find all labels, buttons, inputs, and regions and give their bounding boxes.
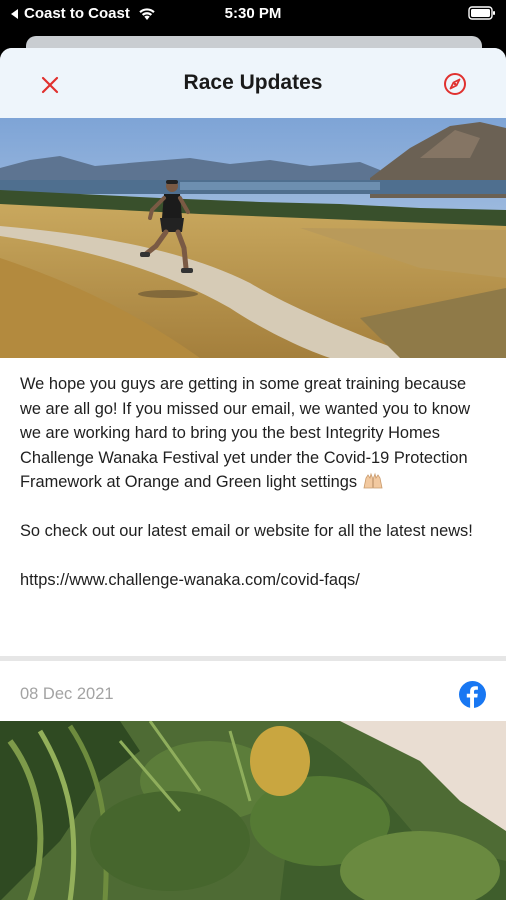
open-in-browser-button[interactable]: [440, 69, 470, 99]
page-title: Race Updates: [183, 71, 323, 94]
header: Race Updates: [0, 48, 506, 118]
next-post-meta: 08 Dec 2021: [0, 661, 506, 721]
post-image: [0, 118, 506, 358]
compass-icon: [444, 73, 466, 95]
post-paragraph: So check out our latest email or website…: [20, 522, 473, 540]
facebook-icon[interactable]: [459, 681, 486, 708]
status-bar: Coast to Coast 5:30 PM: [0, 0, 506, 28]
clock: 5:30 PM: [224, 5, 282, 22]
post-body: We hope you guys are getting in some gre…: [0, 358, 506, 593]
post-link[interactable]: https://www.challenge-wanaka.com/covid-f…: [20, 568, 486, 593]
post-date: 08 Dec 2021: [20, 685, 114, 703]
next-post-image: [0, 721, 506, 900]
raising-hands-emoji-icon: [362, 470, 384, 490]
battery-icon: [468, 6, 496, 24]
post-paragraph: We hope you guys are getting in some gre…: [20, 375, 471, 491]
race-updates-sheet: Race Updates We hope you guys are gettin…: [0, 48, 506, 900]
